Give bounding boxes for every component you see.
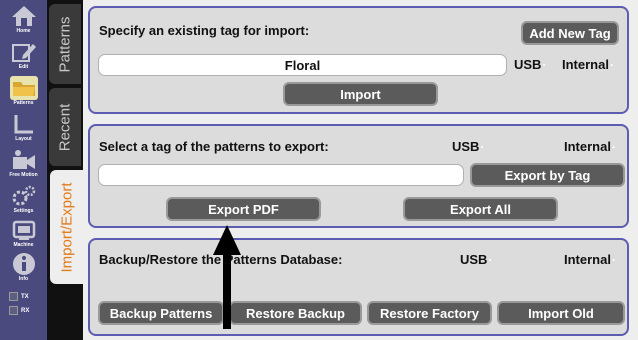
tx-led bbox=[9, 292, 18, 301]
nav-layout[interactable]: Layout bbox=[4, 112, 43, 142]
nav-free-motion-label: Free Motion bbox=[9, 172, 38, 178]
export-by-tag-button[interactable]: Export by Tag bbox=[470, 163, 625, 187]
nav-patterns[interactable]: Patterns bbox=[4, 76, 43, 106]
export-usb-dot: · bbox=[480, 140, 485, 154]
main-content: Specify an existing tag for import: Add … bbox=[83, 0, 638, 340]
backup-internal-dot: · bbox=[611, 253, 616, 267]
tab-recent[interactable]: Recent bbox=[49, 88, 81, 166]
export-all-button[interactable]: Export All bbox=[403, 197, 558, 221]
nav-edit-label: Edit bbox=[18, 64, 29, 70]
nav-machine[interactable]: Machine bbox=[4, 218, 43, 248]
export-usb-option[interactable]: USB· bbox=[452, 139, 484, 154]
import-panel: Specify an existing tag for import: Add … bbox=[88, 6, 629, 114]
tab-patterns-label: Patterns bbox=[56, 16, 74, 72]
import-title: Specify an existing tag for import: bbox=[99, 23, 310, 38]
tab-recent-label: Recent bbox=[56, 103, 74, 151]
nav-home[interactable]: Home bbox=[4, 4, 43, 34]
nav-info[interactable]: Info bbox=[4, 252, 43, 282]
tab-patterns[interactable]: Patterns bbox=[49, 4, 81, 84]
rx-label: RX bbox=[21, 307, 30, 314]
nav-edit[interactable]: Edit bbox=[4, 40, 43, 70]
backup-panel: Backup/Restore the Patterns Database: US… bbox=[88, 238, 629, 336]
nav-settings-label: Settings bbox=[13, 208, 34, 214]
nav-settings[interactable]: Settings bbox=[4, 184, 43, 214]
restore-factory-button[interactable]: Restore Factory bbox=[367, 301, 492, 325]
add-new-tag-button[interactable]: Add New Tag bbox=[521, 21, 619, 45]
callout-arrow bbox=[213, 225, 241, 329]
home-icon bbox=[10, 4, 38, 28]
export-pdf-button[interactable]: Export PDF bbox=[166, 197, 321, 221]
nav-layout-label: Layout bbox=[15, 136, 32, 142]
export-usb-label: USB bbox=[452, 139, 480, 154]
backup-usb-option[interactable]: USB· bbox=[460, 252, 492, 267]
backup-usb-dot: · bbox=[488, 253, 493, 267]
import-internal-option[interactable]: Internal· bbox=[562, 57, 614, 72]
import-old-button[interactable]: Import Old bbox=[497, 301, 625, 325]
tab-import-export-label: Import/Export bbox=[58, 181, 76, 273]
tx-label: TX bbox=[21, 293, 29, 300]
export-internal-dot: · bbox=[611, 140, 616, 154]
backup-internal-option[interactable]: Internal· bbox=[564, 252, 616, 267]
nav-info-label: Info bbox=[18, 276, 29, 282]
nav-rail: Home Edit Patterns Layout Free Motion Se… bbox=[0, 0, 47, 340]
tx-indicator: TX bbox=[9, 292, 29, 301]
import-internal-dot: · bbox=[609, 58, 614, 72]
free-motion-icon bbox=[10, 148, 38, 172]
info-icon bbox=[10, 252, 38, 276]
layout-icon bbox=[10, 112, 38, 136]
gears-icon bbox=[10, 184, 38, 208]
export-panel: Select a tag of the patterns to export: … bbox=[88, 124, 629, 228]
import-tag-field[interactable]: Floral bbox=[98, 54, 507, 76]
rx-indicator: RX bbox=[9, 306, 29, 315]
rx-led bbox=[9, 306, 18, 315]
export-title: Select a tag of the patterns to export: bbox=[99, 139, 329, 154]
nav-patterns-label: Patterns bbox=[13, 100, 34, 106]
export-tag-field[interactable] bbox=[98, 164, 464, 186]
nav-free-motion[interactable]: Free Motion bbox=[4, 148, 43, 178]
nav-home-label: Home bbox=[16, 28, 31, 34]
import-button[interactable]: Import bbox=[283, 82, 438, 106]
machine-icon bbox=[10, 218, 38, 242]
backup-usb-label: USB bbox=[460, 252, 488, 267]
export-internal-option[interactable]: Internal· bbox=[564, 139, 616, 154]
tab-strip: Patterns Recent Import/Export bbox=[47, 0, 84, 340]
import-usb-label: USB bbox=[514, 57, 542, 72]
import-internal-label: Internal bbox=[562, 57, 609, 72]
export-internal-label: Internal bbox=[564, 139, 611, 154]
tab-import-export[interactable]: Import/Export bbox=[50, 170, 84, 284]
nav-machine-label: Machine bbox=[13, 242, 34, 248]
import-usb-dot: · bbox=[542, 58, 547, 72]
import-usb-option[interactable]: USB· bbox=[514, 57, 546, 72]
backup-internal-label: Internal bbox=[564, 252, 611, 267]
backup-patterns-button[interactable]: Backup Patterns bbox=[98, 301, 224, 325]
edit-icon bbox=[10, 40, 38, 64]
restore-backup-button[interactable]: Restore Backup bbox=[229, 301, 362, 325]
folder-icon bbox=[9, 76, 38, 100]
